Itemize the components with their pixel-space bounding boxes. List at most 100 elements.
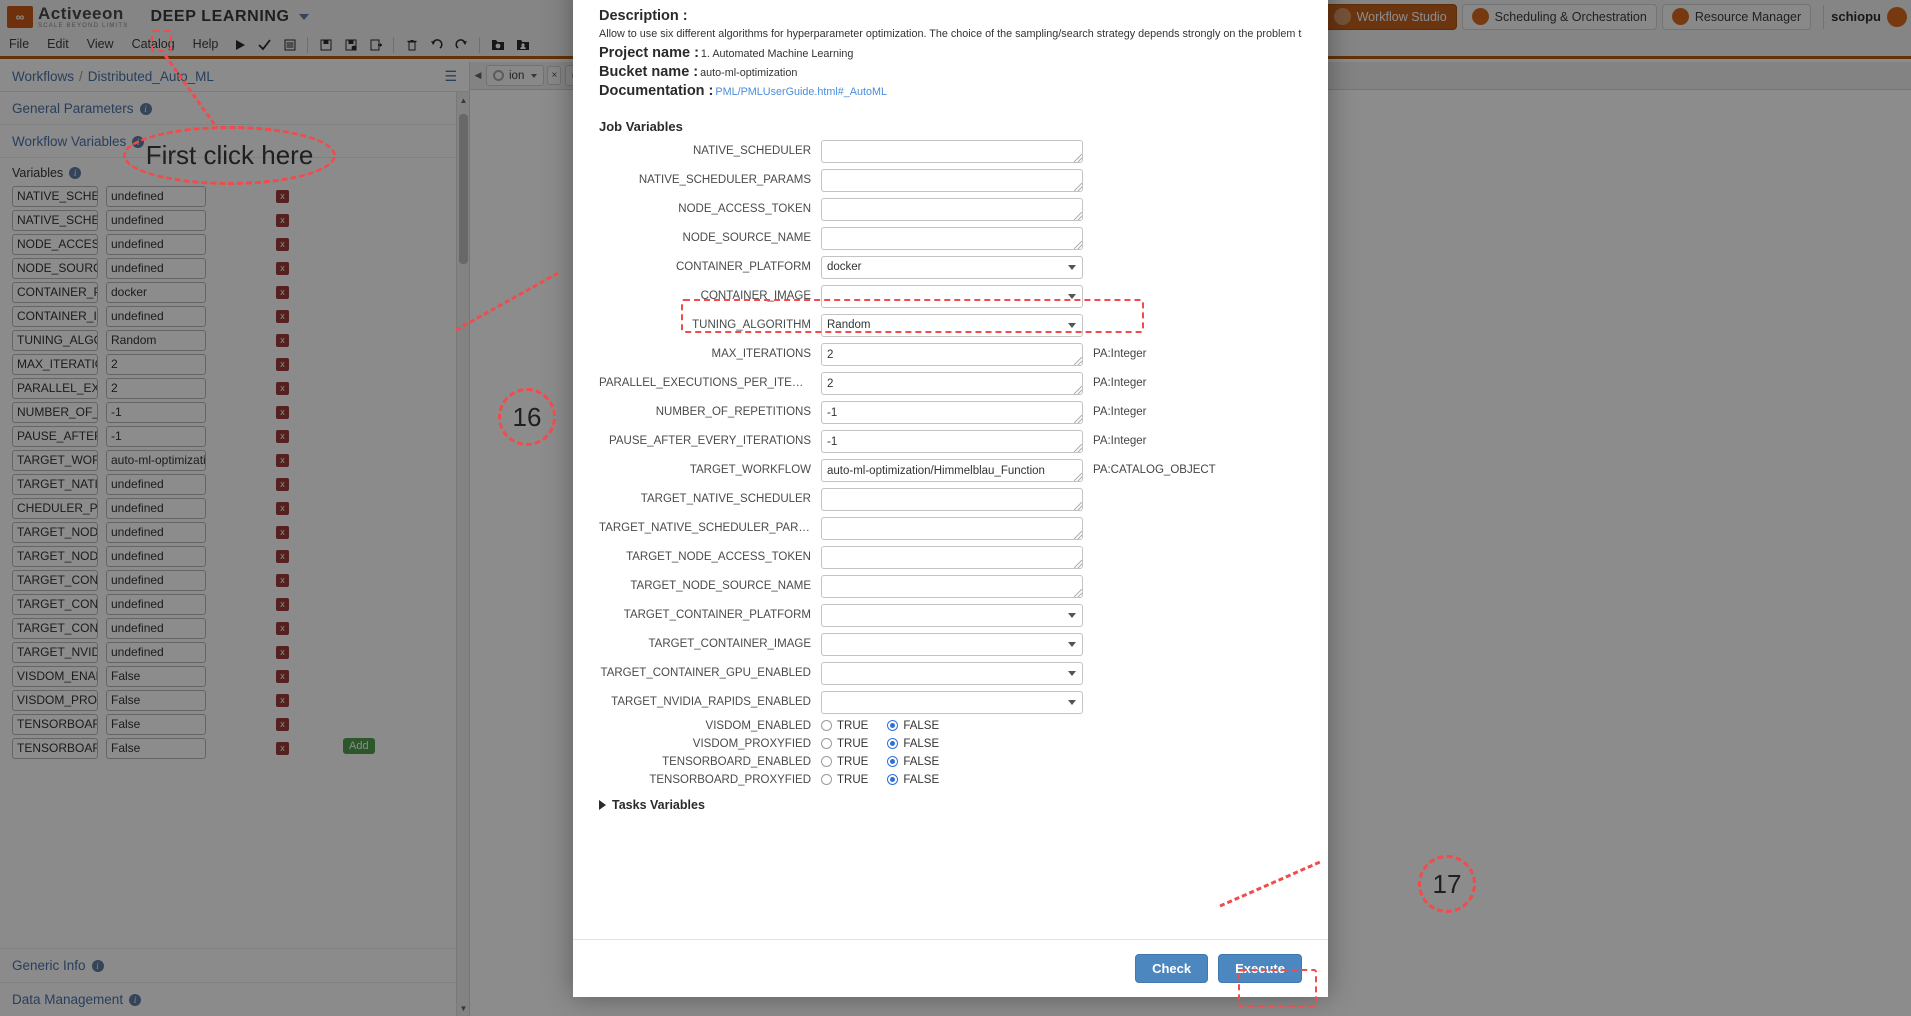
variable-value-input[interactable]: False bbox=[106, 665, 206, 687]
left-panel-scrollbar[interactable]: ▲ ▼ bbox=[456, 92, 469, 1016]
undo-icon[interactable] bbox=[426, 34, 447, 55]
delete-variable-button[interactable]: x bbox=[276, 333, 289, 347]
delete-variable-button[interactable]: x bbox=[276, 477, 289, 491]
variable-value-input[interactable]: 2 bbox=[106, 353, 206, 375]
variable-value-input[interactable]: False bbox=[106, 689, 206, 711]
delete-variable-button[interactable]: x bbox=[276, 621, 289, 635]
variable-value-input[interactable]: undefined bbox=[106, 569, 206, 591]
chevron-down-icon[interactable] bbox=[1068, 264, 1076, 270]
user-name[interactable]: schiopu bbox=[1831, 9, 1881, 24]
menu-view[interactable]: View bbox=[78, 33, 123, 56]
section-data-management[interactable]: Data Management i bbox=[0, 982, 469, 1016]
target-node-access-token-input[interactable] bbox=[821, 545, 1083, 569]
resize-handle[interactable] bbox=[1074, 559, 1082, 568]
delete-variable-button[interactable]: x bbox=[276, 597, 289, 611]
redo-icon[interactable] bbox=[451, 34, 472, 55]
variable-value-input[interactable]: undefined bbox=[106, 473, 206, 495]
variable-key-input[interactable]: NATIVE_SCHEDUL bbox=[12, 185, 98, 207]
resize-handle[interactable] bbox=[1074, 530, 1082, 539]
delete-icon[interactable] bbox=[401, 34, 422, 55]
section-generic-info[interactable]: Generic Info i bbox=[0, 948, 469, 982]
target-native-scheduler-params-input[interactable] bbox=[821, 516, 1083, 540]
radio-true[interactable] bbox=[821, 756, 832, 768]
resize-handle[interactable] bbox=[1074, 588, 1082, 597]
info-icon[interactable]: i bbox=[129, 993, 142, 1006]
delete-variable-button[interactable]: x bbox=[276, 309, 289, 323]
scroll-down-arrow[interactable]: ▼ bbox=[457, 1000, 469, 1016]
info-icon[interactable]: i bbox=[132, 135, 145, 148]
variable-key-input[interactable]: NODE_SOURCE_N bbox=[12, 257, 98, 279]
resize-handle[interactable] bbox=[1074, 240, 1082, 249]
variable-key-input[interactable]: CHEDULER_PARAM bbox=[12, 497, 98, 519]
delete-variable-button[interactable]: x bbox=[276, 381, 289, 395]
variable-key-input[interactable]: TARGET_CONTAIN bbox=[12, 617, 98, 639]
resize-handle[interactable] bbox=[1074, 385, 1082, 394]
resize-handle[interactable] bbox=[1074, 443, 1082, 452]
delete-variable-button[interactable]: x bbox=[276, 717, 289, 731]
radio-false[interactable] bbox=[887, 720, 899, 732]
section-workflow-variables[interactable]: Workflow Variables i bbox=[0, 125, 469, 158]
delete-variable-button[interactable]: x bbox=[276, 429, 289, 443]
delete-variable-button[interactable]: x bbox=[276, 237, 289, 251]
documentation-link[interactable]: PML/PMLUserGuide.html#_AutoML bbox=[715, 86, 887, 98]
variable-value-input[interactable]: 2 bbox=[106, 377, 206, 399]
menu-edit[interactable]: Edit bbox=[38, 33, 78, 56]
variable-value-input[interactable]: undefined bbox=[106, 593, 206, 615]
delete-variable-button[interactable]: x bbox=[276, 573, 289, 587]
target-workflow-input[interactable]: auto-ml-optimization/Himmelblau_Function bbox=[821, 458, 1083, 482]
tasks-variables-toggle[interactable]: Tasks Variables bbox=[599, 798, 1302, 812]
delete-variable-button[interactable]: x bbox=[276, 189, 289, 203]
target-nvidia-rapids-enabled-select[interactable] bbox=[821, 690, 1083, 714]
variable-key-input[interactable]: VISDOM_PROXYFI bbox=[12, 689, 98, 711]
native-scheduler-input[interactable] bbox=[821, 139, 1083, 163]
variable-key-input[interactable]: TARGET_WORKFL bbox=[12, 449, 98, 471]
variable-key-input[interactable]: MAX_ITERATIONS bbox=[12, 353, 98, 375]
list-icon[interactable] bbox=[279, 34, 300, 55]
target-container-platform-select[interactable] bbox=[821, 603, 1083, 627]
radio-true[interactable] bbox=[821, 720, 832, 732]
save-as-icon[interactable] bbox=[340, 34, 361, 55]
variable-value-input[interactable]: undefined bbox=[106, 641, 206, 663]
menu-help[interactable]: Help bbox=[184, 33, 228, 56]
delete-variable-button[interactable]: x bbox=[276, 285, 289, 299]
delete-variable-button[interactable]: x bbox=[276, 741, 289, 755]
radio-true[interactable] bbox=[821, 774, 832, 786]
resize-handle[interactable] bbox=[1074, 356, 1082, 365]
radio-false[interactable] bbox=[887, 738, 899, 750]
chevron-down-icon[interactable] bbox=[1068, 699, 1076, 705]
variable-value-input[interactable]: auto-ml-optimization bbox=[106, 449, 206, 471]
variable-value-input[interactable]: undefined bbox=[106, 521, 206, 543]
variable-value-input[interactable]: undefined bbox=[106, 617, 206, 639]
pause-after-every-iterations-input[interactable]: -1 bbox=[821, 429, 1083, 453]
resize-handle[interactable] bbox=[1074, 211, 1082, 220]
save-icon[interactable] bbox=[315, 34, 336, 55]
radio-false[interactable] bbox=[887, 774, 899, 786]
scrollbar-thumb[interactable] bbox=[459, 114, 468, 264]
delete-variable-button[interactable]: x bbox=[276, 525, 289, 539]
panel-list-view-icon[interactable]: ☰ bbox=[444, 68, 457, 85]
tuning-algorithm-select[interactable]: Random bbox=[821, 313, 1083, 337]
variable-key-input[interactable]: TENSORBOARD_E bbox=[12, 713, 98, 735]
resize-handle[interactable] bbox=[1074, 182, 1082, 191]
resize-handle[interactable] bbox=[1074, 472, 1082, 481]
max-iterations-input[interactable]: 2 bbox=[821, 342, 1083, 366]
workspace-tab[interactable]: ion bbox=[486, 65, 545, 86]
variable-value-input[interactable]: undefined bbox=[106, 185, 206, 207]
breadcrumb-root[interactable]: Workflows bbox=[12, 69, 74, 84]
container-image-select[interactable] bbox=[821, 284, 1083, 308]
variable-key-input[interactable]: NATIVE_SCHEDUL bbox=[12, 209, 98, 231]
check-icon[interactable] bbox=[254, 34, 275, 55]
variable-key-input[interactable]: TARGET_CONTAIN bbox=[12, 593, 98, 615]
variable-key-input[interactable]: CONTAINER_PLAT bbox=[12, 281, 98, 303]
node-access-token-input[interactable] bbox=[821, 197, 1083, 221]
delete-variable-button[interactable]: x bbox=[276, 669, 289, 683]
variable-key-input[interactable]: TARGET_NODE_A bbox=[12, 521, 98, 543]
variable-key-input[interactable]: PARALLEL_EXECU bbox=[12, 377, 98, 399]
chevron-down-icon[interactable] bbox=[1068, 612, 1076, 618]
variable-key-input[interactable]: TARGET_CONTAIN bbox=[12, 569, 98, 591]
avatar[interactable] bbox=[1887, 6, 1907, 27]
delete-variable-button[interactable]: x bbox=[276, 261, 289, 275]
variable-value-input[interactable]: -1 bbox=[106, 401, 206, 423]
variable-value-input[interactable]: undefined bbox=[106, 233, 206, 255]
variable-key-input[interactable]: NODE_ACCESS_T bbox=[12, 233, 98, 255]
